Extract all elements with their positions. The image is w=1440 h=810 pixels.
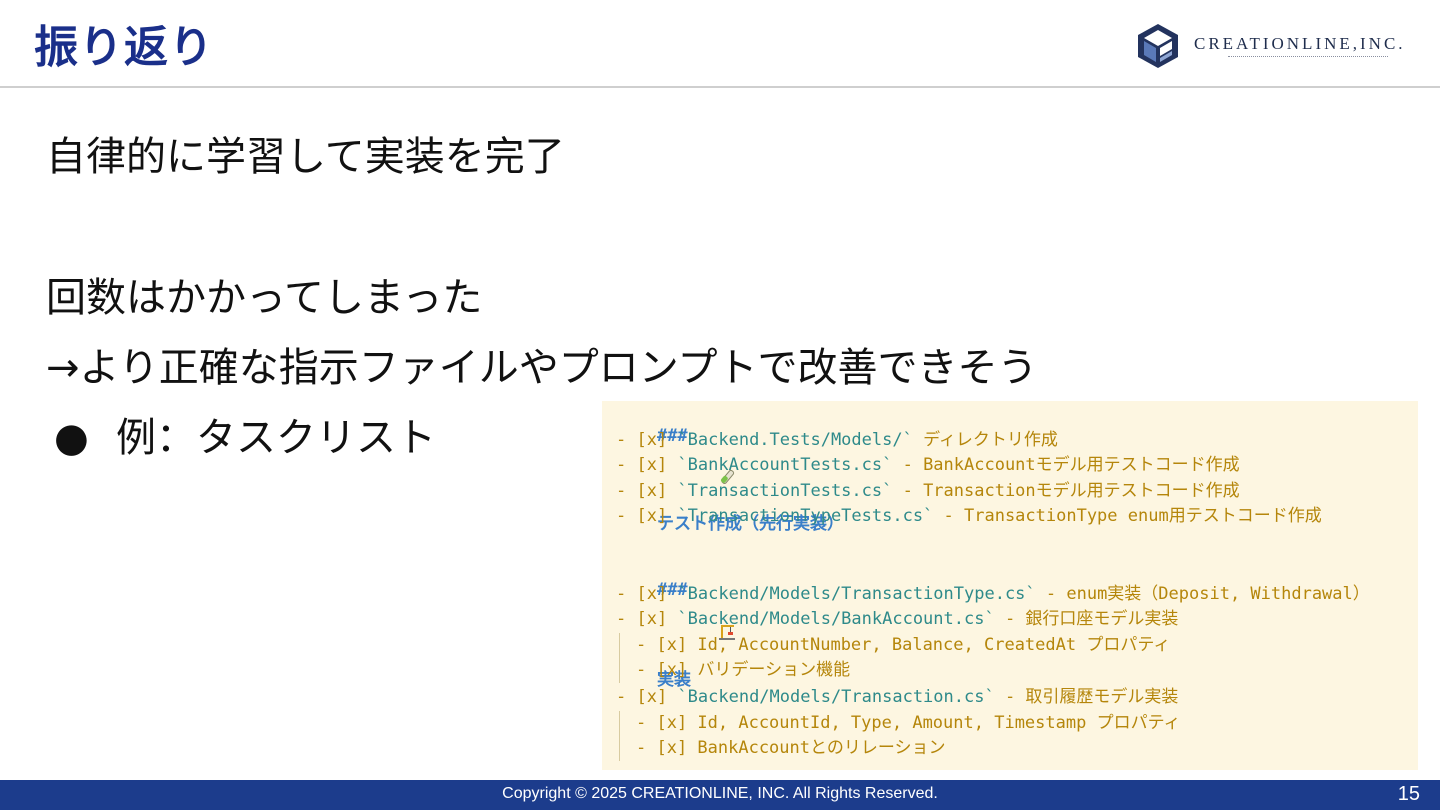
code-line: - [x] `Backend/Models/TransactionType.cs… xyxy=(616,584,1370,604)
code-subline: - [x] Id, AccountId, Type, Amount, Times… xyxy=(636,713,1181,733)
code-subline: - [x] バリデーション機能 xyxy=(636,660,851,680)
copyright-text: Copyright © 2025 CREATIONLINE, INC. All … xyxy=(502,785,938,802)
creationline-cube-logo-icon xyxy=(1138,24,1178,68)
bullet-dot: ● xyxy=(54,415,89,461)
footer-bar: Copyright © 2025 CREATIONLINE, INC. All … xyxy=(0,780,1440,810)
code-line: - [x] `Backend/Models/Transaction.cs` - … xyxy=(616,687,1179,707)
code-subline: - [x] Id, AccountNumber, Balance, Create… xyxy=(636,635,1171,655)
body-line-improvement: →より正確な指示ファイルやプロンプトで改善できそう xyxy=(46,345,1038,391)
indent-guide xyxy=(619,711,620,761)
body-line-attempts: 回数はかかってしまった xyxy=(46,275,483,321)
indent-guide xyxy=(619,633,620,683)
company-logo: CREATIONLINE,INC. xyxy=(1136,22,1421,70)
code-line: - [x] `TransactionTests.cs` - Transactio… xyxy=(616,481,1240,501)
code-line: - [x] `Backend.Tests/Models/` ディレクトリ作成 xyxy=(616,430,1058,450)
code-line: - [x] `Backend/Models/BankAccount.cs` - … xyxy=(616,609,1179,629)
code-line: - [x] `TransactionTypeTests.cs` - Transa… xyxy=(616,506,1322,526)
code-subline: - [x] BankAccountとのリレーション xyxy=(636,738,946,758)
bullet-example: 例：タスクリスト xyxy=(116,415,436,461)
logo-tagline-line xyxy=(1228,56,1388,59)
page-number: 15 xyxy=(1397,783,1420,805)
body-line-completed: 自律的に学習して実装を完了 xyxy=(46,134,565,180)
task-list-code-panel: ### テスト作成（先行実装） - [x] `Backend.Tests/Mod… xyxy=(602,401,1418,770)
logo-wordmark: CREATIONLINE,INC. xyxy=(1194,34,1406,53)
header-divider xyxy=(0,86,1440,88)
code-line: - [x] `BankAccountTests.cs` - BankAccoun… xyxy=(616,455,1240,475)
slide-title: 振り返り xyxy=(34,22,214,73)
